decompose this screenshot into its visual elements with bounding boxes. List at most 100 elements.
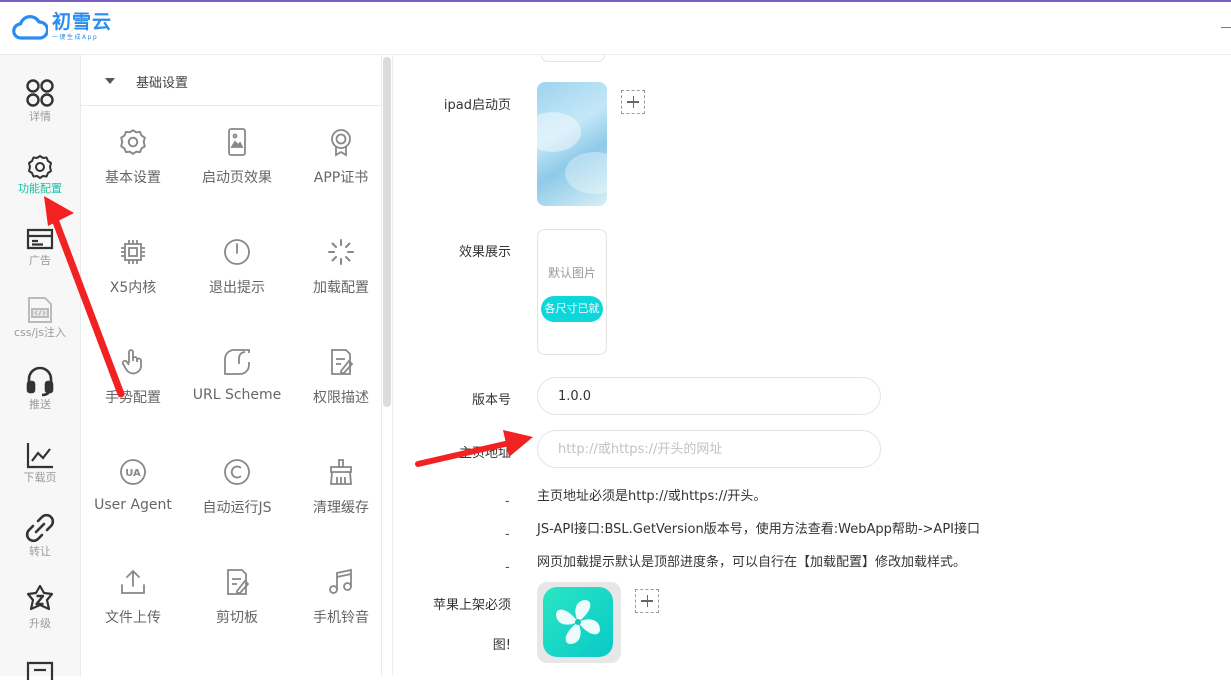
gesture-icon [121, 349, 142, 375]
scheme-icon [224, 349, 250, 375]
nav-item-css-js[interactable]: css/js注入 [0, 295, 80, 340]
left-nav: 详情 功能配置 广告 css/js注入 推送 下载页 转让 升级 [0, 55, 81, 680]
func-label: X5内核 [109, 280, 157, 296]
nav-item-transfer[interactable]: 转让 [0, 512, 80, 559]
func-file-upload[interactable]: 文件上传 [81, 567, 185, 627]
nav-label: 详情 [29, 110, 51, 123]
copyright-icon [224, 459, 250, 485]
func-user-agent[interactable]: UA User Agent [81, 457, 185, 513]
apple-required-label: 苹果上架必须 [432, 598, 511, 613]
func-ringtone[interactable]: 手机铃音 [289, 567, 393, 627]
hint-dash: - [505, 527, 510, 542]
func-app-certificate[interactable]: APP证书 [289, 127, 393, 187]
power-icon [224, 239, 250, 265]
ua-icon: UA [120, 459, 146, 485]
func-label: 权限描述 [313, 390, 369, 406]
nav-label: 升级 [29, 617, 51, 630]
header-edge-line [1221, 27, 1231, 28]
nav-item-more[interactable] [0, 660, 80, 680]
ipad-splash-image[interactable] [537, 82, 607, 206]
add-ipad-image-button[interactable] [621, 90, 645, 114]
apple-app-icon-box[interactable] [537, 582, 621, 663]
func-clipboard[interactable]: 剪切板 [185, 567, 289, 627]
gear-icon [28, 155, 52, 179]
func-label: 手机铃音 [313, 610, 369, 626]
func-exit-prompt[interactable]: 退出提示 [185, 237, 289, 297]
panel-header[interactable]: 基础设置 [81, 55, 381, 106]
panel-title: 基础设置 [136, 76, 189, 91]
func-label: 剪切板 [216, 610, 258, 626]
clipboard-edit-icon [227, 569, 250, 595]
grid-icon [26, 79, 54, 107]
version-input[interactable] [537, 377, 881, 415]
app-icon [543, 587, 613, 657]
settings-form: ipad启动页 效果展示 默认图片 各尺寸已就 版本号 主页地址 - - - 主… [392, 55, 1231, 676]
effect-preview: 默认图片 各尺寸已就 [537, 229, 607, 355]
func-label: 加载配置 [313, 280, 369, 296]
svg-text:UA: UA [125, 468, 141, 479]
certificate-icon [331, 129, 351, 157]
header: 初雪云 一键生成App [0, 2, 1231, 55]
nav-label: 广告 [29, 254, 51, 267]
func-label: 自动运行JS [202, 500, 272, 516]
image-box-partial [541, 55, 605, 62]
hint-dash: - [505, 494, 510, 509]
logo[interactable]: 初雪云 一键生成App [12, 10, 112, 44]
nav-item-function-config[interactable]: 功能配置 [0, 153, 80, 196]
link-icon [25, 513, 55, 543]
app-slogan: 一键生成App [52, 34, 99, 41]
nav-item-push[interactable]: 推送 [0, 365, 80, 412]
hint-loading-style: 网页加载提示默认是顶部进度条，可以自行在【加载配置】修改加载样式。 [537, 555, 967, 570]
nav-item-ads[interactable]: 广告 [0, 225, 80, 268]
func-label: APP证书 [313, 170, 369, 186]
preview-default-text: 默认图片 [547, 266, 596, 280]
upload-icon [121, 569, 145, 594]
permission-edit-icon [331, 349, 354, 375]
gear-icon [120, 129, 146, 155]
hint-js-api: JS-API接口:BSL.GetVersion版本号，使用方法查看:WebApp… [537, 522, 980, 537]
func-auto-run-js[interactable]: 自动运行JS [185, 457, 289, 517]
func-permission-description[interactable]: 权限描述 [289, 347, 393, 407]
effect-preview-label: 效果展示 [458, 245, 511, 260]
func-basic-settings[interactable]: 基本设置 [81, 127, 185, 187]
panel-scrollbar[interactable] [383, 57, 391, 407]
func-label: 清理缓存 [313, 500, 369, 516]
apple-required-label-cont: 图! [492, 638, 511, 653]
func-x5-kernel[interactable]: X5内核 [81, 237, 185, 297]
function-panel: 基础设置 基本设置 启动页效果 APP证书 X5内核 退出提示 加载配置 手势配… [81, 55, 382, 676]
caret-down-icon [105, 78, 115, 84]
nav-label: css/js注入 [13, 326, 66, 339]
version-label: 版本号 [471, 393, 511, 408]
code-file-icon [28, 297, 52, 323]
nav-label: 功能配置 [18, 182, 62, 195]
hint-dash: - [505, 560, 510, 575]
star-badge-icon [26, 584, 54, 611]
func-label: 启动页效果 [202, 170, 272, 186]
pinwheel-icon [556, 600, 600, 644]
nav-label: 下载页 [23, 471, 57, 484]
nav-label: 推送 [29, 398, 51, 411]
line-chart-icon [26, 443, 53, 469]
ipad-splash-label: ipad启动页 [443, 98, 511, 113]
nav-item-download-page[interactable]: 下载页 [0, 440, 80, 485]
chip-icon [121, 240, 145, 264]
func-label: 退出提示 [209, 280, 265, 296]
homepage-input[interactable] [537, 430, 881, 468]
nav-item-details[interactable]: 详情 [0, 77, 80, 124]
func-clear-cache[interactable]: 清理缓存 [289, 457, 393, 517]
func-label: URL Scheme [192, 387, 282, 403]
broom-icon [330, 459, 352, 485]
nav-item-upgrade[interactable]: 升级 [0, 584, 80, 631]
func-label: 基本设置 [105, 170, 161, 186]
func-url-scheme[interactable]: URL Scheme [185, 347, 289, 403]
preview-size-tag: 各尺寸已就 [541, 296, 603, 322]
func-label: 文件上传 [105, 610, 161, 626]
document-icon [26, 661, 54, 680]
func-label: User Agent [94, 497, 172, 513]
func-gesture-config[interactable]: 手势配置 [81, 347, 185, 407]
phone-image-icon [228, 128, 246, 156]
func-loading-config[interactable]: 加载配置 [289, 237, 393, 297]
headset-icon [26, 366, 54, 397]
func-splash-effect[interactable]: 启动页效果 [185, 127, 289, 187]
add-apple-image-button[interactable] [635, 589, 659, 613]
